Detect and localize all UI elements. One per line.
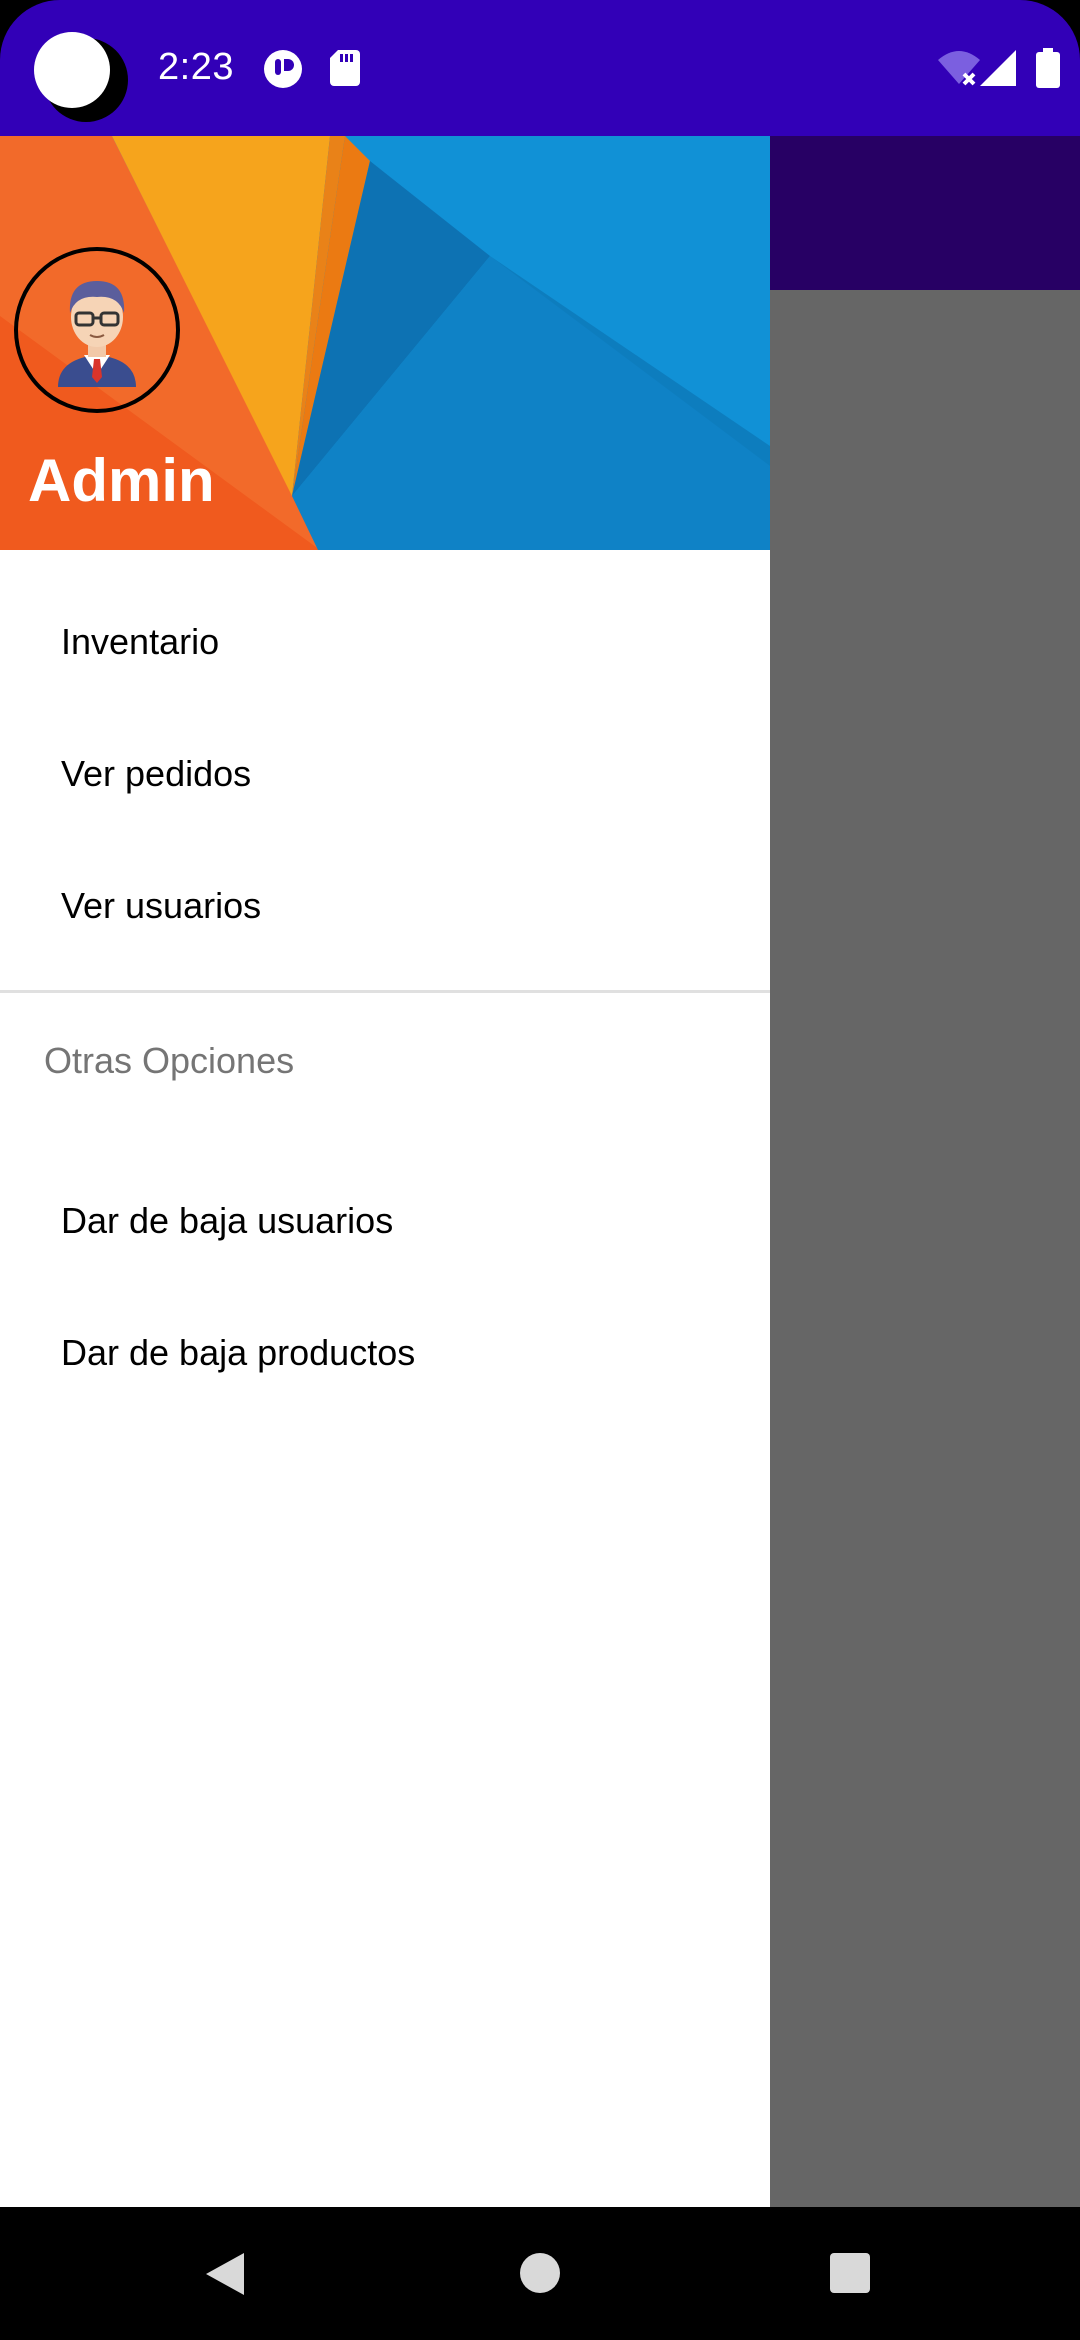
status-time: 2:23: [158, 46, 234, 88]
navigation-drawer: Admin Inventario Ver pedidos Ver usuario…: [0, 136, 770, 2207]
person-avatar-icon: [58, 281, 136, 387]
drawer-scrim[interactable]: [770, 290, 1080, 2207]
menu-item-label: Ver usuarios: [61, 885, 262, 926]
menu-item-ver-usuarios[interactable]: Ver usuarios: [0, 841, 770, 973]
home-icon[interactable]: [520, 2253, 560, 2298]
menu-item-dar-de-baja-usuarios[interactable]: Dar de baja usuarios: [0, 1156, 770, 1288]
avatar[interactable]: [14, 247, 180, 413]
drawer-header-title: Admin: [28, 447, 215, 514]
menu-item-label: Dar de baja usuarios: [61, 1200, 394, 1241]
menu-item-ver-pedidos[interactable]: Ver pedidos: [0, 709, 770, 841]
menu-divider: [0, 990, 770, 993]
screen: 2:23 Admin Inventario Ver pedidos Ver us…: [0, 0, 1080, 2340]
app-toolbar: [770, 136, 1080, 290]
navigation-bar: [0, 2207, 1080, 2340]
battery-icon: [1036, 48, 1060, 93]
notification-icon: [264, 50, 302, 93]
menu-item-label: Ver pedidos: [61, 753, 252, 794]
menu-item-inventario[interactable]: Inventario: [0, 577, 770, 709]
section-header-otras-opciones: Otras Opciones: [44, 1040, 295, 1081]
status-bar: 2:23: [0, 0, 1080, 136]
menu-item-dar-de-baja-productos[interactable]: Dar de baja productos: [0, 1288, 770, 1420]
sd-card-icon: [330, 50, 360, 91]
menu-item-label: Inventario: [61, 621, 220, 662]
drawer-header: Admin: [0, 136, 770, 550]
back-icon[interactable]: [204, 2251, 246, 2302]
cell-signal-icon: [980, 50, 1018, 91]
menu-item-label: Dar de baja productos: [61, 1332, 416, 1373]
camera-cutout: [34, 32, 110, 108]
recents-icon[interactable]: [830, 2253, 870, 2298]
wifi-off-icon: [936, 50, 982, 91]
